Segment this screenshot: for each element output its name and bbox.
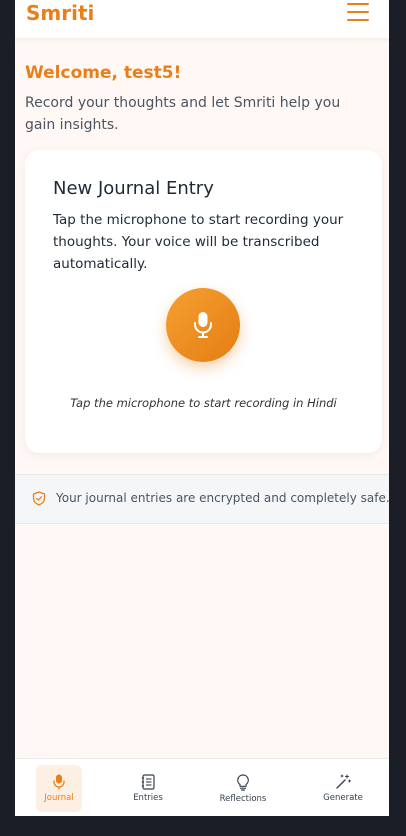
record-button[interactable] <box>166 288 240 362</box>
new-entry-card: New Journal Entry Tap the microphone to … <box>25 150 382 453</box>
nav-label: Entries <box>133 793 163 803</box>
shield-check-icon <box>32 491 46 506</box>
bottom-navigation: Journal Entries Reflections Generate <box>15 758 389 816</box>
card-title: New Journal Entry <box>53 178 214 199</box>
microphone-icon <box>194 312 212 338</box>
security-notice: Your journal entries are encrypted and c… <box>15 474 389 524</box>
microphone-icon <box>53 774 65 790</box>
card-description: Tap the microphone to start recording yo… <box>53 212 344 272</box>
nav-generate[interactable]: Generate <box>313 765 373 812</box>
magic-wand-icon <box>336 774 351 789</box>
security-text: Your journal entries are encrypted and c… <box>56 491 389 505</box>
hamburger-menu-icon[interactable] <box>347 3 371 21</box>
top-bar: Smriti <box>15 0 389 38</box>
welcome-heading: Welcome, test5! <box>25 63 182 83</box>
app-logo[interactable]: Smriti <box>26 1 94 25</box>
nav-label: Reflections <box>219 794 267 804</box>
recording-hint: Tap the microphone to start recording in… <box>70 396 337 410</box>
notebook-icon <box>141 774 155 790</box>
app-screen: Smriti Welcome, test5! Record your thoug… <box>15 0 389 816</box>
lightbulb-icon <box>237 774 249 791</box>
nav-label: Generate <box>323 793 363 803</box>
welcome-subtitle: Record your thoughts and let Smriti help… <box>25 95 341 133</box>
nav-entries[interactable]: Entries <box>118 765 178 812</box>
nav-reflections[interactable]: Reflections <box>213 765 273 812</box>
nav-journal[interactable]: Journal <box>36 765 82 812</box>
nav-label: Journal <box>44 793 74 803</box>
